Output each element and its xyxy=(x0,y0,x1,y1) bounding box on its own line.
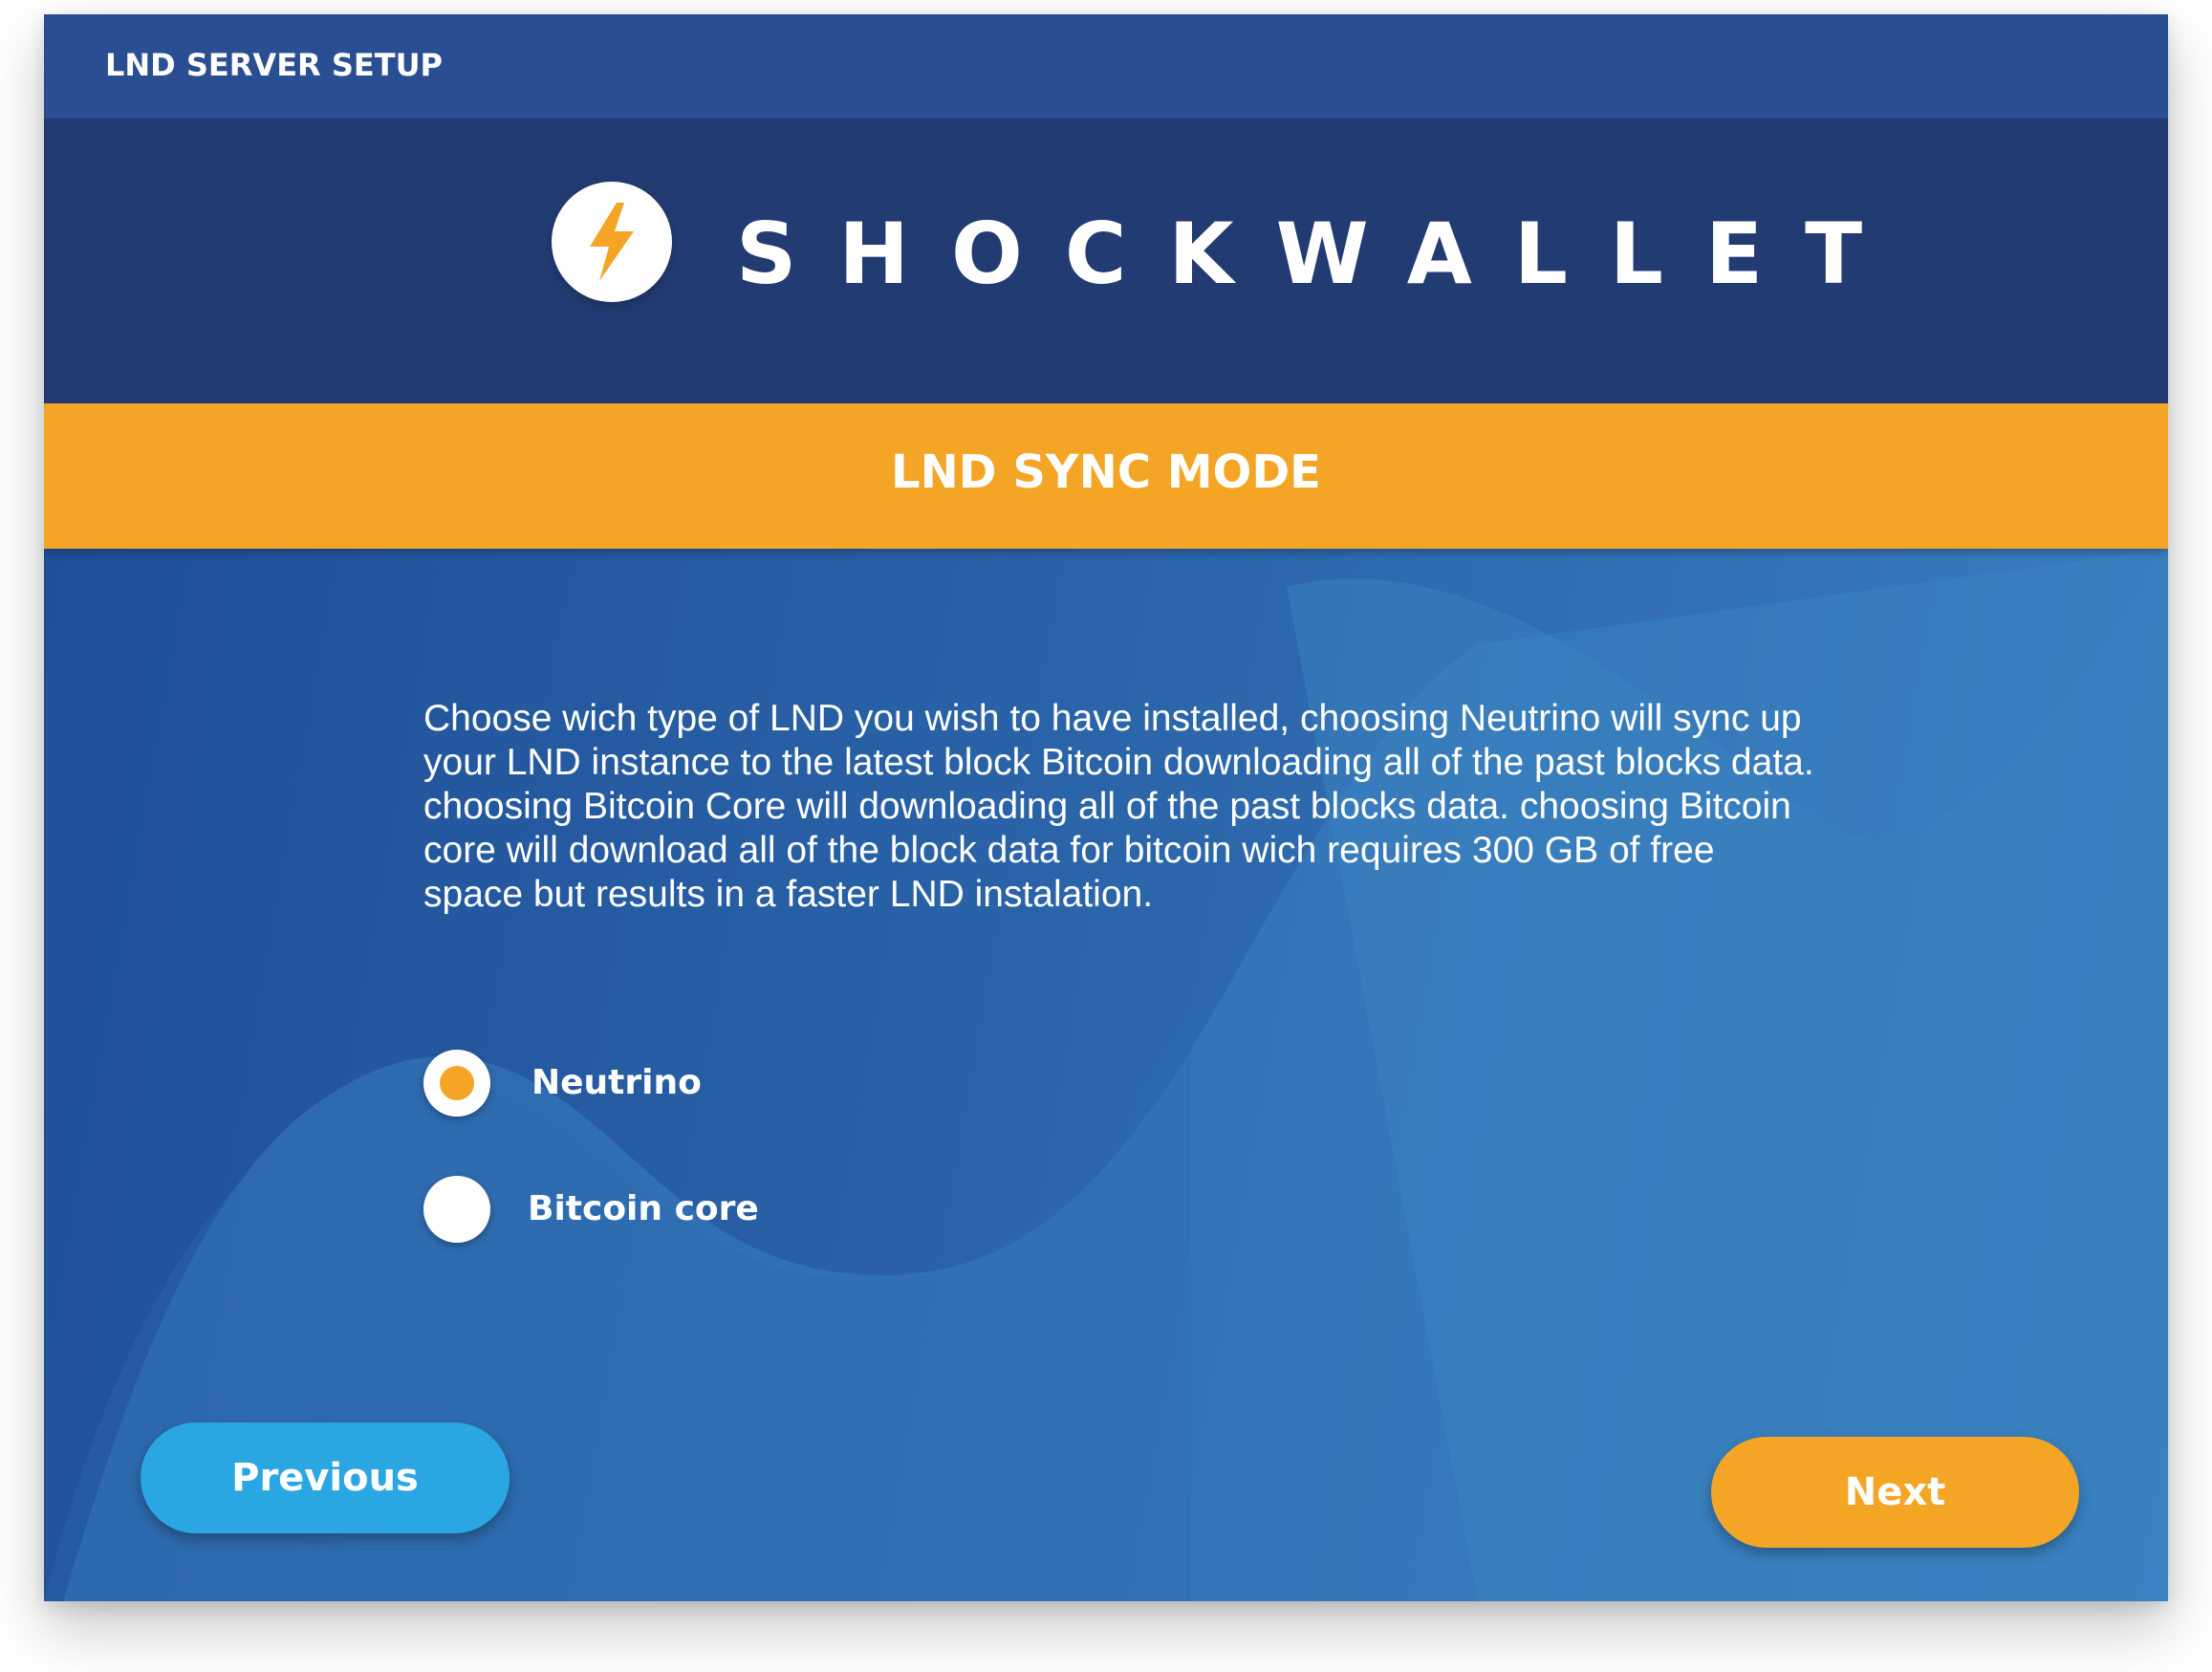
section-title: LND SYNC MODE xyxy=(891,445,1321,499)
brand-header: SHOCKWALLET xyxy=(44,119,2168,403)
lightning-bolt-icon xyxy=(552,182,672,302)
radio-label-bitcoin-core: Bitcoin core xyxy=(528,1189,759,1228)
content-area: Choose wich type of LND you wish to have… xyxy=(44,549,2168,1601)
setup-window: LND SERVER SETUP SHOCKWALLET LND SYNC MO… xyxy=(44,14,2168,1601)
radio-option-neutrino[interactable]: Neutrino xyxy=(423,1050,825,1118)
title-bar: LND SERVER SETUP xyxy=(44,14,2168,119)
radio-button-bitcoin-core[interactable] xyxy=(423,1176,490,1243)
radio-button-neutrino[interactable] xyxy=(423,1050,490,1117)
section-header: LND SYNC MODE xyxy=(44,403,2168,549)
brand-name: SHOCKWALLET xyxy=(736,205,1905,303)
window-title: LND SERVER SETUP xyxy=(105,47,443,83)
radio-label-neutrino: Neutrino xyxy=(531,1063,702,1102)
next-button[interactable]: Next xyxy=(1711,1437,2079,1548)
previous-button[interactable]: Previous xyxy=(141,1422,510,1533)
radio-option-bitcoin-core[interactable]: Bitcoin core xyxy=(423,1176,825,1245)
radio-selected-dot xyxy=(440,1066,474,1100)
sync-mode-description: Choose wich type of LND you wish to have… xyxy=(423,698,1814,915)
